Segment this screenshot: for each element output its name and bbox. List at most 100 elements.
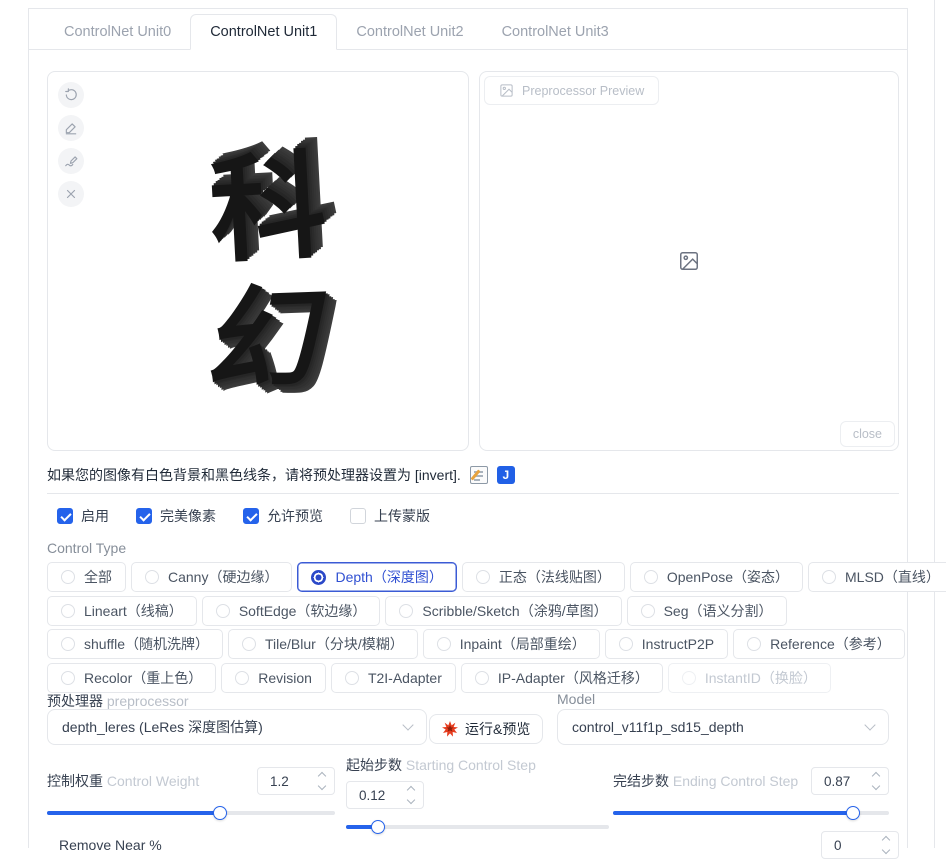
radio-icon[interactable] bbox=[61, 603, 75, 618]
tab-controlnet-unit2[interactable]: ControlNet Unit2 bbox=[337, 15, 482, 49]
preprocessor-value: depth_leres (LeRes 深度图估算) bbox=[62, 719, 263, 735]
option-上传蒙版[interactable]: 上传蒙版 bbox=[350, 506, 430, 526]
radio-icon[interactable] bbox=[822, 570, 836, 584]
control-type-option-label: 正态（法线贴图） bbox=[498, 569, 611, 585]
uploaded-image: 科 幻 bbox=[158, 141, 378, 404]
control-type-option-label: SoftEdge（软边缘） bbox=[238, 602, 367, 619]
tab-controlnet-unit1[interactable]: ControlNet Unit1 bbox=[190, 14, 338, 50]
radio-icon[interactable] bbox=[475, 570, 490, 584]
control-type-Reference-参考-[interactable]: Reference（参考） bbox=[733, 629, 905, 659]
remove-near-input[interactable] bbox=[822, 832, 874, 858]
model-dropdown[interactable]: control_v11f1p_sd15_depth bbox=[557, 709, 889, 745]
chevron-down-icon bbox=[402, 719, 414, 731]
slider-thumb[interactable] bbox=[846, 806, 861, 820]
radio-icon[interactable] bbox=[145, 570, 159, 584]
radio-icon[interactable] bbox=[61, 637, 75, 651]
control-type-Tile-Blur-分块-模糊-[interactable]: Tile/Blur（分块/模糊） bbox=[228, 629, 418, 659]
radio-icon[interactable] bbox=[242, 637, 256, 651]
run-preview-button[interactable]: 运行&预览 bbox=[429, 714, 544, 744]
radio-icon[interactable] bbox=[61, 670, 75, 685]
control-type-shuffle-随机洗牌-[interactable]: shuffle（随机洗牌） bbox=[47, 629, 223, 659]
control-type-IP-Adapter-风格迁移-[interactable]: IP-Adapter（风格迁移） bbox=[460, 662, 663, 693]
stepper-icons[interactable] bbox=[864, 768, 888, 794]
radio-icon[interactable] bbox=[643, 570, 658, 584]
remove-near-input-wrap bbox=[821, 831, 899, 859]
stepper-icons[interactable] bbox=[310, 768, 334, 794]
draw-icon[interactable] bbox=[58, 148, 84, 174]
option-启用[interactable]: 启用 bbox=[57, 506, 109, 526]
checkbox-checked-icon[interactable] bbox=[136, 508, 152, 524]
tab-bar: ControlNet Unit0 ControlNet Unit1 ControlN… bbox=[29, 9, 907, 50]
image-icon bbox=[499, 83, 514, 98]
j-badge-icon[interactable]: J bbox=[496, 466, 515, 484]
ending-step-group: 完结步数 Ending Control Step bbox=[613, 753, 889, 820]
control-type-option-label: T2I-Adapter bbox=[367, 669, 442, 686]
control-type-option-label: Canny（硬边缘） bbox=[168, 569, 279, 585]
control-type-Canny-硬边缘-[interactable]: Canny（硬边缘） bbox=[131, 562, 293, 592]
radio-icon[interactable] bbox=[640, 603, 655, 618]
control-type-Revision[interactable]: Revision bbox=[221, 662, 326, 693]
starting-step-input-wrap bbox=[346, 781, 424, 809]
ending-step-slider[interactable] bbox=[613, 806, 889, 820]
control-type-OpenPose-姿态-[interactable]: OpenPose（姿态） bbox=[629, 562, 803, 592]
radio-icon[interactable] bbox=[344, 670, 359, 685]
radio-icon[interactable] bbox=[436, 637, 451, 651]
run-preview-label: 运行&预览 bbox=[465, 721, 531, 737]
control-type-Recolor-重上色-[interactable]: Recolor（重上色） bbox=[47, 662, 217, 693]
stepper-icons[interactable] bbox=[399, 782, 423, 808]
option-完美像素[interactable]: 完美像素 bbox=[136, 506, 216, 526]
edit-icon[interactable] bbox=[58, 115, 84, 141]
control-type-Scribble-Sketch-涂鸦-草图-[interactable]: Scribble/Sketch（涂鸦/草图） bbox=[385, 595, 622, 626]
control-type-option-label: Reference（参考） bbox=[770, 636, 891, 652]
preview-chip-label: Preprocessor Preview bbox=[522, 83, 645, 98]
option-允许预览[interactable]: 允许预览 bbox=[243, 506, 323, 526]
tab-controlnet-unit0[interactable]: ControlNet Unit0 bbox=[45, 15, 190, 49]
radio-icon[interactable] bbox=[474, 670, 489, 685]
radio-icon[interactable] bbox=[215, 603, 230, 618]
radio-icon[interactable] bbox=[235, 670, 250, 685]
source-image-box[interactable]: 科 幻 bbox=[47, 71, 469, 451]
invert-note-row: 如果您的图像有白色背景和黑色线条，请将预处理器设置为 [invert]. J bbox=[47, 465, 515, 485]
radio-icon[interactable] bbox=[681, 670, 696, 685]
radio-icon[interactable] bbox=[747, 637, 762, 651]
stepper-icons[interactable] bbox=[874, 832, 898, 858]
control-type-Lineart-线稿-[interactable]: Lineart（线稿） bbox=[47, 595, 197, 626]
radio-icon[interactable] bbox=[61, 570, 75, 584]
slider-thumb[interactable] bbox=[212, 806, 227, 820]
control-type-正态-法线贴图-[interactable]: 正态（法线贴图） bbox=[461, 562, 625, 592]
control-type-InstructP2P[interactable]: InstructP2P bbox=[604, 629, 729, 659]
control-type-Seg-语义分割-[interactable]: Seg（语义分割） bbox=[626, 595, 787, 626]
control-type-SoftEdge-软边缘-[interactable]: SoftEdge（软边缘） bbox=[201, 595, 381, 626]
control-weight-slider[interactable] bbox=[47, 806, 335, 820]
checkbox-unchecked-icon[interactable] bbox=[350, 508, 366, 524]
control-weight-input[interactable] bbox=[258, 768, 310, 794]
option-label: 完美像素 bbox=[160, 508, 216, 524]
remove-near-label: Remove Near % bbox=[59, 837, 162, 853]
radio-selected-icon[interactable] bbox=[311, 569, 327, 585]
model-value: control_v11f1p_sd15_depth bbox=[572, 719, 744, 735]
ending-step-label: 完结步数 Ending Control Step bbox=[613, 773, 799, 789]
checkbox-checked-icon[interactable] bbox=[57, 508, 73, 524]
control-type-InstantID-换脸-[interactable]: InstantID（换脸） bbox=[667, 662, 831, 693]
control-type-Depth-深度图-[interactable]: Depth（深度图） bbox=[297, 562, 457, 592]
image-toolbar bbox=[58, 82, 84, 207]
control-type-row: 全部 Canny（硬边缘） Depth（深度图） 正态（法线贴图） OpenPose（姿… bbox=[47, 562, 946, 592]
ending-step-input[interactable] bbox=[812, 768, 864, 794]
starting-step-input[interactable] bbox=[347, 782, 399, 808]
starting-step-label: 起始步数 Starting Control Step bbox=[346, 757, 536, 773]
radio-icon[interactable] bbox=[618, 637, 633, 651]
control-weight-input-wrap bbox=[257, 767, 335, 795]
tab-controlnet-unit3[interactable]: ControlNet Unit3 bbox=[483, 15, 628, 49]
checkbox-checked-icon[interactable] bbox=[243, 508, 259, 524]
control-type-全部[interactable]: 全部 bbox=[47, 562, 126, 592]
invert-note-text: 如果您的图像有白色背景和黑色线条，请将预处理器设置为 [invert]. bbox=[47, 467, 461, 483]
close-preview-button[interactable]: close bbox=[839, 421, 895, 447]
preprocessor-dropdown[interactable]: depth_leres (LeRes 深度图估算) bbox=[47, 709, 427, 745]
memo-icon[interactable] bbox=[469, 466, 488, 484]
control-type-Inpaint-局部重绘-[interactable]: Inpaint（局部重绘） bbox=[422, 629, 600, 659]
control-type-MLSD-直线-[interactable]: MLSD（直线） bbox=[808, 562, 946, 592]
control-type-T2I-Adapter[interactable]: T2I-Adapter bbox=[330, 662, 456, 693]
radio-icon[interactable] bbox=[399, 603, 414, 618]
undo-icon[interactable] bbox=[58, 82, 84, 108]
remove-image-icon[interactable] bbox=[58, 181, 84, 207]
